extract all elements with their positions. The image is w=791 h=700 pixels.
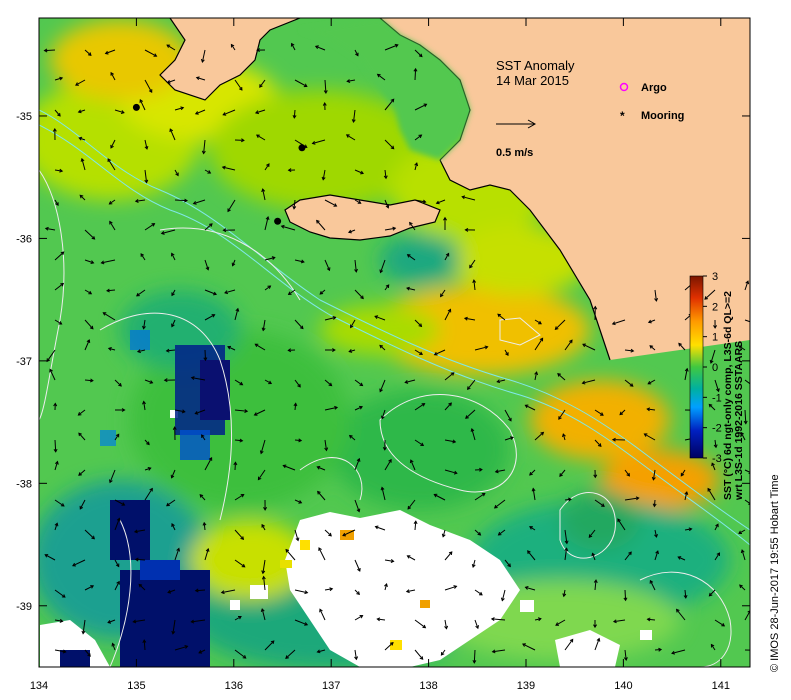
x-tick-label: 140 xyxy=(614,680,632,692)
x-tick-label: 138 xyxy=(419,680,437,692)
scale-label: 0.5 m/s xyxy=(496,147,533,159)
colorbar xyxy=(689,275,704,459)
y-tick-label: -35 xyxy=(16,111,32,123)
sst-anomaly-map: 134 135 136 137 138 139 140 141 -35 -36 -37 -38 -39… xyxy=(16,17,781,692)
colorbar-tick-label: -3 xyxy=(712,453,722,465)
velocity-arrow xyxy=(473,649,476,663)
argo-legend-label: Argo xyxy=(641,82,667,94)
colorbar-tick-label: 1 xyxy=(712,332,718,344)
x-tick-label: 139 xyxy=(517,680,535,692)
velocity-arrow xyxy=(204,349,206,361)
x-tick-label: 134 xyxy=(30,680,48,692)
imos-credit: © IMOS 28-Jun-2017 19:55 Hobart Time xyxy=(769,474,781,672)
mooring-marker xyxy=(274,217,282,225)
x-tick-label: 137 xyxy=(322,680,340,692)
colorbar-tick-label: -1 xyxy=(712,392,722,404)
mooring-marker xyxy=(132,103,140,111)
velocity-arrow xyxy=(174,199,188,202)
x-tick-label: 135 xyxy=(127,680,145,692)
colorbar-tick-label: 3 xyxy=(712,271,718,283)
velocity-arrow-head xyxy=(753,649,756,652)
y-tick-label: -36 xyxy=(16,233,32,245)
y-tick-label: -37 xyxy=(16,356,32,368)
colorbar-tick-label: 2 xyxy=(712,301,718,313)
y-tick-label: -39 xyxy=(16,601,32,613)
x-tick-label: 141 xyxy=(712,680,730,692)
x-tick-label: 136 xyxy=(225,680,243,692)
mooring-marker-icon: * xyxy=(620,109,625,123)
colorbar-tick-label: 0 xyxy=(712,362,718,374)
velocity-arrow xyxy=(414,68,417,81)
colorbar-caption-line2: wrt L3S-1d 1992-2016 SSTAARS xyxy=(733,341,745,501)
y-tick-label: -38 xyxy=(16,478,32,490)
colorbar-tick-label: -2 xyxy=(712,423,722,435)
mooring-marker xyxy=(298,144,306,152)
velocity-arrow xyxy=(54,439,57,452)
mooring-legend-label: Mooring xyxy=(641,110,684,122)
map-date: 14 Mar 2015 xyxy=(496,73,569,88)
map-title: SST Anomaly xyxy=(496,58,575,73)
velocity-arrow-head xyxy=(750,321,753,324)
